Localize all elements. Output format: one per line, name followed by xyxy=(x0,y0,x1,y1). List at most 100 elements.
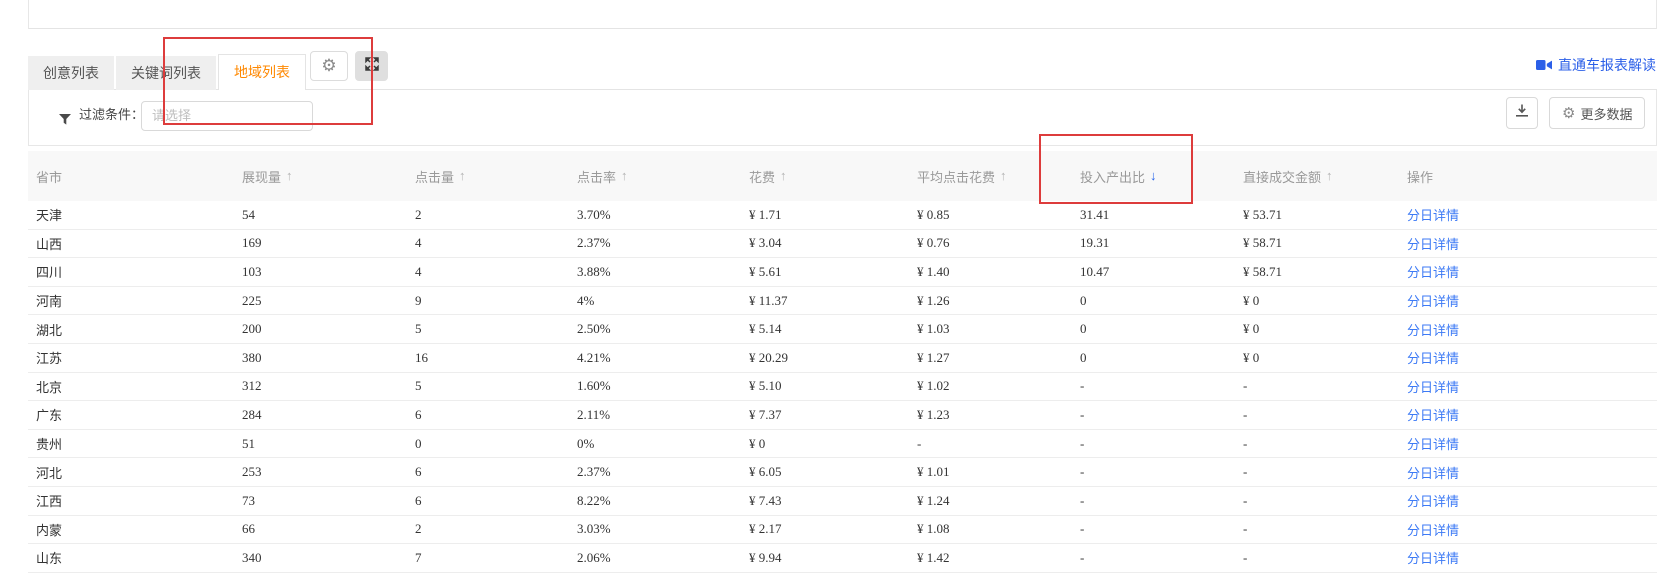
column-label: 直接成交金额 xyxy=(1243,167,1321,186)
column-header-5[interactable]: 平均点击花费↑ xyxy=(917,151,1080,201)
sort-asc-icon: ↑ xyxy=(286,168,293,184)
value-cell: 51 xyxy=(242,436,415,452)
more-data-button[interactable]: ⚙ 更多数据 xyxy=(1549,97,1645,129)
value-cell: 380 xyxy=(242,350,415,366)
value-cell: ¥ 2.17 xyxy=(749,521,917,537)
value-cell: ¥ 0 xyxy=(1243,293,1407,309)
daily-detail-link[interactable]: 分日详情 xyxy=(1407,377,1657,396)
value-cell: ¥ 1.03 xyxy=(917,321,1080,337)
value-cell: 2.37% xyxy=(577,235,749,251)
value-cell: 0 xyxy=(415,436,577,452)
column-header-6[interactable]: 投入产出比↓ xyxy=(1080,151,1243,201)
daily-detail-link[interactable]: 分日详情 xyxy=(1407,348,1657,367)
province-cell: 江西 xyxy=(36,491,242,510)
province-cell: 天津 xyxy=(36,205,242,224)
column-header-4[interactable]: 花费↑ xyxy=(749,151,917,201)
value-cell: 73 xyxy=(242,493,415,509)
province-cell: 北京 xyxy=(36,377,242,396)
value-cell: 66 xyxy=(242,521,415,537)
daily-detail-link[interactable]: 分日详情 xyxy=(1407,234,1657,253)
value-cell: 3.03% xyxy=(577,521,749,537)
value-cell: 0 xyxy=(1080,350,1243,366)
daily-detail-link[interactable]: 分日详情 xyxy=(1407,205,1657,224)
value-cell: 284 xyxy=(242,407,415,423)
tab-creative-list[interactable]: 创意列表 xyxy=(28,56,114,90)
table-row: 江苏380164.21%¥ 20.29¥ 1.270¥ 0分日详情 xyxy=(28,344,1657,373)
sort-asc-icon: ↑ xyxy=(621,168,628,184)
value-cell: - xyxy=(1080,464,1243,480)
value-cell: 5 xyxy=(415,378,577,394)
daily-detail-link[interactable]: 分日详情 xyxy=(1407,463,1657,482)
value-cell: ¥ 1.23 xyxy=(917,407,1080,423)
sort-desc-icon: ↓ xyxy=(1150,168,1157,184)
value-cell: 3.88% xyxy=(577,264,749,280)
table-row: 山东34072.06%¥ 9.94¥ 1.42--分日详情 xyxy=(28,544,1657,573)
column-label: 操作 xyxy=(1407,167,1433,186)
value-cell: 4% xyxy=(577,293,749,309)
tab-region-list[interactable]: 地域列表 xyxy=(218,54,306,90)
column-header-1[interactable]: 展现量 ↑ xyxy=(242,151,415,201)
value-cell: - xyxy=(1243,464,1407,480)
column-header-3[interactable]: 点击率↑ xyxy=(577,151,749,201)
table-body: 天津5423.70%¥ 1.71¥ 0.8531.41¥ 53.71分日详情山西… xyxy=(28,201,1657,573)
column-header-8: 操作 xyxy=(1407,151,1657,201)
daily-detail-link[interactable]: 分日详情 xyxy=(1407,434,1657,453)
value-cell: ¥ 0 xyxy=(749,436,917,452)
value-cell: 54 xyxy=(242,207,415,223)
value-cell: - xyxy=(1080,407,1243,423)
daily-detail-link[interactable]: 分日详情 xyxy=(1407,320,1657,339)
value-cell: ¥ 1.71 xyxy=(749,207,917,223)
value-cell: ¥ 1.40 xyxy=(917,264,1080,280)
value-cell: - xyxy=(1243,436,1407,452)
daily-detail-link[interactable]: 分日详情 xyxy=(1407,291,1657,310)
column-label: 展现量 xyxy=(242,167,281,186)
table-row: 内蒙6623.03%¥ 2.17¥ 1.08--分日详情 xyxy=(28,516,1657,545)
daily-detail-link[interactable]: 分日详情 xyxy=(1407,548,1657,567)
value-cell: 2 xyxy=(415,207,577,223)
column-label: 点击量 xyxy=(415,167,454,186)
column-header-2[interactable]: 点击量↑ xyxy=(415,151,577,201)
filter-select-input[interactable] xyxy=(141,101,313,131)
daily-detail-link[interactable]: 分日详情 xyxy=(1407,491,1657,510)
value-cell: 10.47 xyxy=(1080,264,1243,280)
value-cell: - xyxy=(1243,493,1407,509)
value-cell: ¥ 1.42 xyxy=(917,550,1080,566)
value-cell: 0 xyxy=(1080,293,1243,309)
value-cell: 31.41 xyxy=(1080,207,1243,223)
download-button[interactable] xyxy=(1506,97,1538,129)
value-cell: ¥ 0.76 xyxy=(917,235,1080,251)
value-cell: 340 xyxy=(242,550,415,566)
value-cell: 6 xyxy=(415,493,577,509)
tab-bar: 创意列表 关键词列表 地域列表 ⚙ xyxy=(28,55,1657,90)
value-cell: - xyxy=(1080,550,1243,566)
value-cell: 19.31 xyxy=(1080,235,1243,251)
daily-detail-link[interactable]: 分日详情 xyxy=(1407,520,1657,539)
value-cell: ¥ 7.37 xyxy=(749,407,917,423)
province-cell: 江苏 xyxy=(36,348,242,367)
value-cell: 225 xyxy=(242,293,415,309)
tab-keyword-list[interactable]: 关键词列表 xyxy=(116,56,216,90)
value-cell: ¥ 53.71 xyxy=(1243,207,1407,223)
table-row: 天津5423.70%¥ 1.71¥ 0.8531.41¥ 53.71分日详情 xyxy=(28,201,1657,230)
value-cell: ¥ 20.29 xyxy=(749,350,917,366)
value-cell: 2 xyxy=(415,521,577,537)
value-cell: - xyxy=(1080,378,1243,394)
value-cell: 8.22% xyxy=(577,493,749,509)
table-row: 河北25362.37%¥ 6.05¥ 1.01--分日详情 xyxy=(28,458,1657,487)
value-cell: - xyxy=(1243,550,1407,566)
daily-detail-link[interactable]: 分日详情 xyxy=(1407,262,1657,281)
column-header-0: 省市 xyxy=(36,151,242,201)
fullscreen-button[interactable] xyxy=(355,51,388,81)
province-cell: 内蒙 xyxy=(36,520,242,539)
province-cell: 四川 xyxy=(36,262,242,281)
table-row: 四川10343.88%¥ 5.61¥ 1.4010.47¥ 58.71分日详情 xyxy=(28,258,1657,287)
table-header: 省市展现量↑点击量↑点击率↑花费↑平均点击花费↑投入产出比↓直接成交金额↑操作 xyxy=(28,151,1657,201)
province-cell: 贵州 xyxy=(36,434,242,453)
value-cell: - xyxy=(1080,493,1243,509)
column-header-7[interactable]: 直接成交金额↑ xyxy=(1243,151,1407,201)
value-cell: 1.60% xyxy=(577,378,749,394)
column-settings-button[interactable]: ⚙ xyxy=(310,51,348,81)
filter-panel: 过滤条件： ⚙ 更多数据 xyxy=(28,90,1657,146)
value-cell: - xyxy=(1243,378,1407,394)
daily-detail-link[interactable]: 分日详情 xyxy=(1407,405,1657,424)
